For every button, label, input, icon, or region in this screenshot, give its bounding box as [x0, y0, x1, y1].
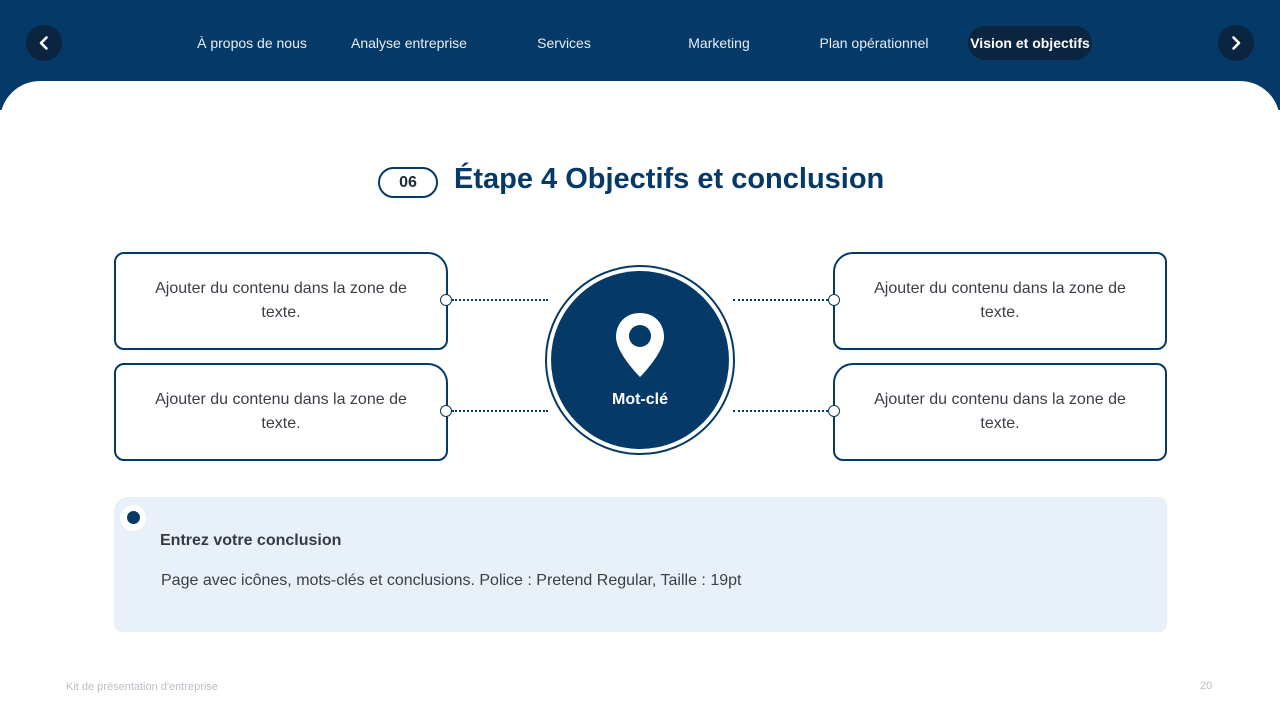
connector-line	[733, 299, 828, 301]
connector-line	[733, 410, 828, 412]
footer-caption: Kit de présentation d'entreprise	[66, 681, 218, 693]
conclusion-panel	[114, 497, 1167, 632]
connector-line	[452, 410, 548, 412]
tab-services[interactable]: Services	[494, 26, 634, 60]
connector-line	[452, 299, 548, 301]
tab-a-propos[interactable]: À propos de nous	[180, 26, 324, 60]
text-box-top-left[interactable]: Ajouter du contenu dans la zone de texte…	[114, 252, 448, 350]
conclusion-body[interactable]: Page avec icônes, mots-clés et conclusio…	[161, 572, 741, 590]
page-number: 20	[1200, 680, 1213, 692]
text-box-top-right[interactable]: Ajouter du contenu dans la zone de texte…	[833, 252, 1167, 350]
connector-dot	[440, 405, 452, 417]
chevron-left-icon	[39, 36, 48, 50]
text-box-content: Ajouter du contenu dans la zone de texte…	[155, 280, 407, 321]
page-title: Étape 4 Objectifs et conclusion	[454, 163, 885, 195]
step-number-badge: 06	[378, 167, 438, 198]
next-slide-button[interactable]	[1218, 25, 1254, 61]
conclusion-bullet-icon	[127, 511, 140, 524]
connector-dot	[828, 294, 840, 306]
tab-analyse-entreprise[interactable]: Analyse entreprise	[335, 26, 483, 60]
keyword-label: Mot-clé	[612, 391, 668, 408]
tab-plan-operationnel[interactable]: Plan opérationnel	[802, 26, 946, 60]
tab-vision-objectifs[interactable]: Vision et objectifs	[968, 26, 1092, 60]
connector-dot	[828, 405, 840, 417]
connector-dot	[440, 294, 452, 306]
tab-marketing[interactable]: Marketing	[648, 26, 790, 60]
text-box-bottom-left[interactable]: Ajouter du contenu dans la zone de texte…	[114, 363, 448, 461]
location-pin-icon	[616, 313, 664, 377]
chevron-right-icon	[1232, 36, 1241, 50]
text-box-content: Ajouter du contenu dans la zone de texte…	[155, 391, 407, 432]
text-box-bottom-right[interactable]: Ajouter du contenu dans la zone de texte…	[833, 363, 1167, 461]
text-box-content: Ajouter du contenu dans la zone de texte…	[874, 391, 1126, 432]
previous-slide-button[interactable]	[26, 25, 62, 61]
text-box-content: Ajouter du contenu dans la zone de texte…	[874, 280, 1126, 321]
conclusion-title[interactable]: Entrez votre conclusion	[160, 532, 341, 550]
